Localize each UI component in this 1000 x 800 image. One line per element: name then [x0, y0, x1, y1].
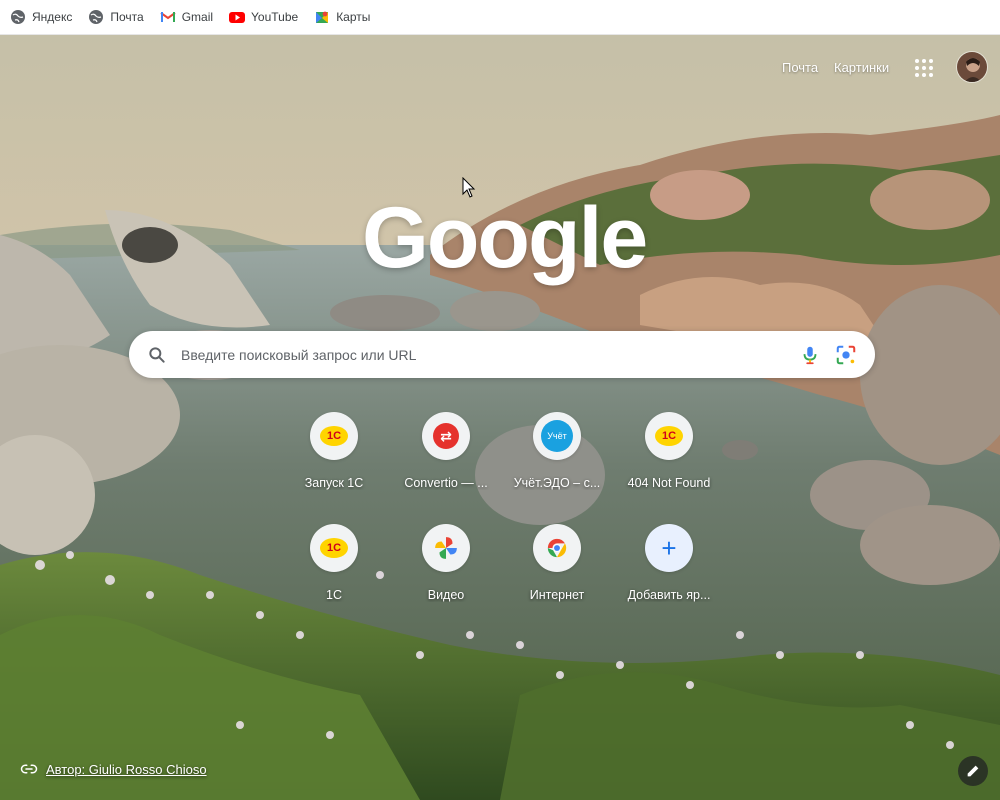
shortcut-tile[interactable]: Интернет	[501, 524, 613, 636]
shortcut-icon-circle	[533, 524, 581, 572]
convertio-icon: ⇄	[433, 423, 459, 449]
bookmark-maps[interactable]: Карты	[314, 3, 378, 31]
google-logo-text: Google	[362, 190, 648, 286]
gmail-icon	[160, 9, 176, 25]
photo-attribution-link[interactable]: Автор: Giulio Rosso Chioso	[20, 758, 207, 780]
shortcut-tile[interactable]: 1C 1С	[278, 524, 390, 636]
images-link[interactable]: Картинки	[834, 60, 889, 75]
bookmark-label: Карты	[336, 10, 371, 24]
shortcut-tile[interactable]: 1C Запуск 1С	[278, 412, 390, 524]
shortcut-tile[interactable]: 1C 404 Not Found	[613, 412, 725, 524]
shortcut-label: 404 Not Found	[627, 476, 711, 490]
bookmark-label: YouTube	[251, 10, 299, 24]
bookmark-gmail[interactable]: Gmail	[160, 3, 221, 31]
uchet-icon: Учёт	[541, 420, 573, 452]
bookmark-yandex[interactable]: Яндекс	[10, 3, 80, 31]
shortcut-label: Добавить яр...	[627, 588, 711, 602]
shortcut-icon-circle: 1C	[310, 412, 358, 460]
bookmark-label: Почта	[110, 10, 144, 24]
shortcut-tile[interactable]: ⇄ Convertio — ...	[390, 412, 502, 524]
customize-button[interactable]	[958, 756, 988, 786]
mouse-cursor-icon	[462, 176, 476, 199]
bookmark-label: Gmail	[181, 10, 214, 24]
globe-icon	[88, 9, 104, 25]
1c-icon: 1C	[655, 426, 683, 446]
shortcut-label: Учёт.ЭДО – с...	[513, 476, 601, 490]
search-box[interactable]	[129, 331, 875, 378]
shortcut-label: Запуск 1С	[304, 476, 364, 490]
shortcut-icon-circle: Учёт	[533, 412, 581, 460]
link-icon	[20, 764, 38, 774]
shortcut-icon-circle	[422, 524, 470, 572]
plus-icon: +	[661, 533, 677, 563]
shortcut-icon-circle: 1C	[310, 524, 358, 572]
google-logo: Google	[362, 190, 648, 286]
photos-pinwheel-icon	[435, 537, 457, 559]
shortcut-icon-circle: ⇄	[422, 412, 470, 460]
attribution-text: Автор: Giulio Rosso Chioso	[46, 761, 207, 777]
gmail-link[interactable]: Почта	[782, 60, 818, 75]
maps-icon	[314, 9, 330, 25]
shortcut-label: Интернет	[529, 588, 585, 602]
bookmark-label: Яндекс	[32, 10, 73, 24]
chrome-icon	[547, 538, 567, 558]
shortcut-label: 1С	[326, 588, 342, 602]
add-shortcut-tile[interactable]: + Добавить яр...	[613, 524, 725, 636]
shortcut-label: Видео	[427, 588, 465, 602]
youtube-icon	[229, 9, 246, 25]
shortcut-label: Convertio — ...	[404, 476, 488, 490]
search-input[interactable]	[181, 331, 781, 378]
bookmarks-bar: Яндекс Почта Gmail YouTube Карты	[0, 0, 1000, 35]
google-lens-icon[interactable]	[835, 344, 857, 366]
bookmark-pochta[interactable]: Почта	[88, 3, 151, 31]
account-avatar[interactable]	[956, 51, 988, 83]
apps-grid-icon[interactable]	[912, 56, 936, 80]
shortcut-icon-circle: +	[645, 524, 693, 572]
microphone-icon[interactable]	[799, 344, 821, 366]
1c-icon: 1C	[320, 426, 348, 446]
search-icon	[147, 345, 167, 365]
pencil-icon	[967, 765, 979, 777]
shortcut-tile[interactable]: Учёт Учёт.ЭДО – с...	[501, 412, 613, 524]
shortcut-tile[interactable]: Видео	[390, 524, 502, 636]
globe-icon	[10, 9, 26, 25]
shortcut-icon-circle: 1C	[645, 412, 693, 460]
1c-icon: 1C	[320, 538, 348, 558]
bookmark-youtube[interactable]: YouTube	[229, 3, 306, 31]
